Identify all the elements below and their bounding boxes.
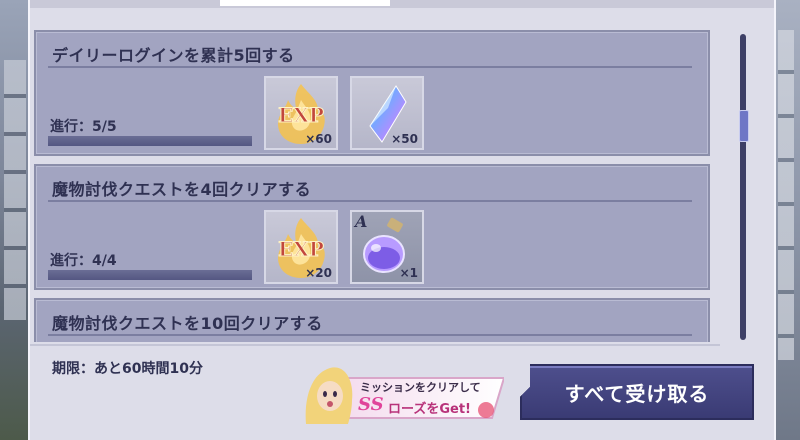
rank-label: A — [355, 212, 368, 231]
promo-banner[interactable]: ミッションをクリアして SS ローズをGet! — [296, 360, 506, 424]
progress-fill — [48, 136, 252, 146]
reward-count: ×50 — [391, 132, 418, 146]
reward-slot[interactable]: EXP ×60 — [264, 76, 338, 150]
claim-all-button[interactable]: すべて受け取る — [520, 364, 754, 420]
mission-title: 魔物討伐クエストを10回クリアする — [52, 314, 323, 333]
reward-count: ×1 — [399, 266, 418, 280]
divider — [48, 66, 692, 68]
banner-line2: ローズをGet! — [388, 402, 471, 417]
mission-list[interactable]: デイリーログインを累計5回する 進行：5/5 EXP ×60 ×50 魔物討伐ク… — [34, 22, 718, 342]
progress-label: 進行：4/4 — [50, 253, 117, 269]
divider — [48, 334, 692, 336]
background-scenery-right — [772, 0, 800, 440]
svg-text:EXP: EXP — [278, 237, 324, 261]
reward-slot[interactable]: EXP ×20 — [264, 210, 338, 284]
progress-bar — [48, 270, 252, 280]
reward-count: ×60 — [305, 132, 332, 146]
mission-item[interactable]: 魔物討伐クエストを4回クリアする 進行：4/4 EXP ×20 A ×1 — [34, 164, 710, 290]
mission-title: デイリーログインを累計5回する — [52, 46, 295, 65]
mission-title: 魔物討伐クエストを4回クリアする — [52, 180, 312, 199]
scroll-thumb[interactable] — [739, 110, 749, 142]
footer-divider — [30, 344, 720, 346]
progress-label: 進行：5/5 — [50, 119, 117, 135]
progress-fill — [48, 270, 252, 280]
progress-bar — [48, 136, 252, 146]
reward-slot[interactable]: ×50 — [350, 76, 424, 150]
svg-text:EXP: EXP — [278, 103, 324, 127]
banner-ss: SS — [358, 394, 384, 415]
reward-count: ×20 — [305, 266, 332, 280]
divider — [48, 200, 692, 202]
mission-item[interactable]: 魔物討伐クエストを10回クリアする — [34, 298, 710, 342]
deadline-text: 期限：あと60時間10分 — [52, 361, 203, 377]
banner-line1: ミッションをクリアして — [360, 381, 481, 394]
panel-top-bar — [30, 0, 774, 8]
mission-item[interactable]: デイリーログインを累計5回する 進行：5/5 EXP ×60 ×50 — [34, 30, 710, 156]
reward-slot[interactable]: A ×1 — [350, 210, 424, 284]
scrollbar[interactable] — [739, 34, 749, 340]
